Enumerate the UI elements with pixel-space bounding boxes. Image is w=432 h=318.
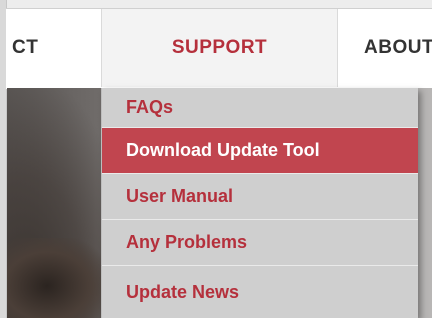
photo-person-hair <box>7 238 107 318</box>
nav-item-about[interactable]: ABOUT <box>338 9 432 87</box>
menu-item-user-manual[interactable]: User Manual <box>102 174 418 220</box>
screenshot-frame: CT SUPPORT ABOUT FAQs Download Update To… <box>0 0 432 318</box>
menu-item-download-update-tool[interactable]: Download Update Tool <box>102 128 418 174</box>
menu-item-any-problems[interactable]: Any Problems <box>102 220 418 266</box>
nav-item-contact[interactable]: CT <box>6 9 101 87</box>
top-navigation-bar: CT SUPPORT ABOUT <box>6 8 432 89</box>
menu-item-update-news[interactable]: Update News <box>102 266 418 318</box>
support-dropdown-menu: FAQs Download Update Tool User Manual An… <box>101 88 418 318</box>
menu-item-faqs[interactable]: FAQs <box>102 88 418 128</box>
nav-item-support[interactable]: SUPPORT <box>101 9 338 87</box>
